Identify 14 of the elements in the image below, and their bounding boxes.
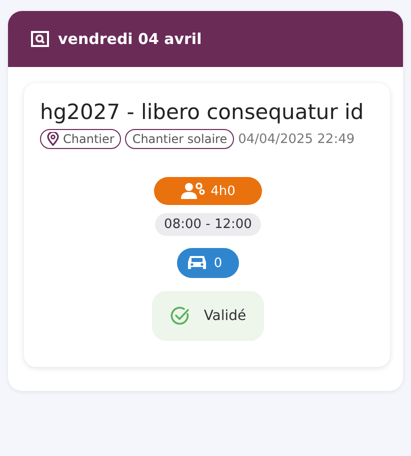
map-pin-icon [47, 132, 59, 146]
category-tag: Chantier solaire [125, 129, 234, 149]
vehicle-count: 0 [214, 256, 222, 270]
timestamp: 04/04/2025 22:49 [238, 132, 355, 146]
status-label: Validé [204, 308, 246, 324]
day-title: vendredi 04 avril [58, 30, 202, 48]
car-icon [186, 254, 208, 272]
duration-label: 4h0 [210, 184, 236, 198]
search-icon [31, 31, 49, 47]
check-circle-icon [170, 306, 190, 326]
time-range: 08:00 - 12:00 [155, 213, 261, 236]
entry-title: hg2027 - libero consequatur id [40, 99, 365, 126]
worker-gears-icon [180, 182, 205, 200]
tag-label: Chantier [63, 132, 114, 146]
